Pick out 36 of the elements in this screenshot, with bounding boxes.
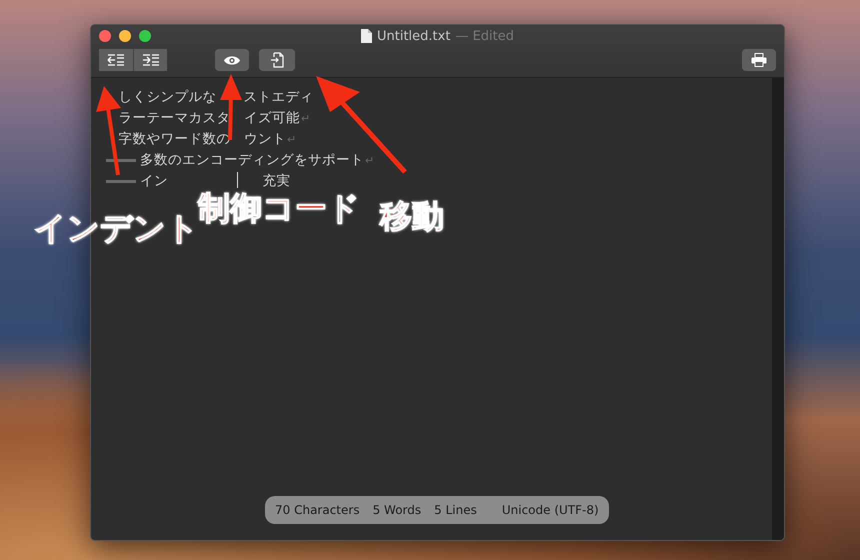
indent-icon: [142, 54, 160, 66]
tab-marker: [106, 159, 136, 162]
annotation-label: インデント: [34, 212, 199, 244]
document-icon: [360, 29, 372, 43]
return-mark: ↵: [365, 153, 374, 169]
return-mark: ↵: [287, 132, 296, 148]
window-title: Untitled.txt: [376, 28, 450, 44]
text-fragment: ウント: [244, 130, 286, 149]
eye-icon: [223, 54, 241, 66]
edited-status: — Edited: [455, 28, 514, 44]
outdent-icon: [107, 54, 125, 66]
zoom-button[interactable]: [139, 30, 151, 42]
status-text: 5 Lines: [434, 503, 477, 517]
text-fragment: イン: [140, 172, 168, 191]
text-fragment: 充実: [262, 172, 290, 191]
status-text: 70 Characters: [275, 503, 360, 517]
text-fragment: イズ可能: [244, 109, 300, 128]
minimize-button[interactable]: [119, 30, 131, 42]
status-text: 5 Words: [372, 503, 422, 517]
text-fragment: しくシンプルな: [118, 88, 216, 107]
document-arrow-icon: [270, 52, 284, 68]
text-cursor: [237, 172, 238, 188]
close-button[interactable]: [99, 30, 111, 42]
text-fragment: ラーテーマカスタ: [118, 109, 230, 128]
indent-button[interactable]: [133, 49, 167, 71]
print-button[interactable]: [742, 49, 776, 71]
printer-icon: [751, 53, 767, 67]
annotation-label: 制御コード: [198, 192, 360, 224]
status-text: Unicode (UTF-8): [502, 503, 599, 517]
move-button[interactable]: [259, 49, 295, 71]
text-fragment: ストエディ: [244, 88, 314, 107]
tab-marker: [106, 180, 136, 183]
return-mark: ↵: [301, 111, 310, 127]
show-invisibles-button[interactable]: [215, 49, 249, 71]
annotation-label: 移動: [380, 200, 444, 232]
text-fragment: 多数のエンコーディングをサポート: [140, 151, 364, 170]
